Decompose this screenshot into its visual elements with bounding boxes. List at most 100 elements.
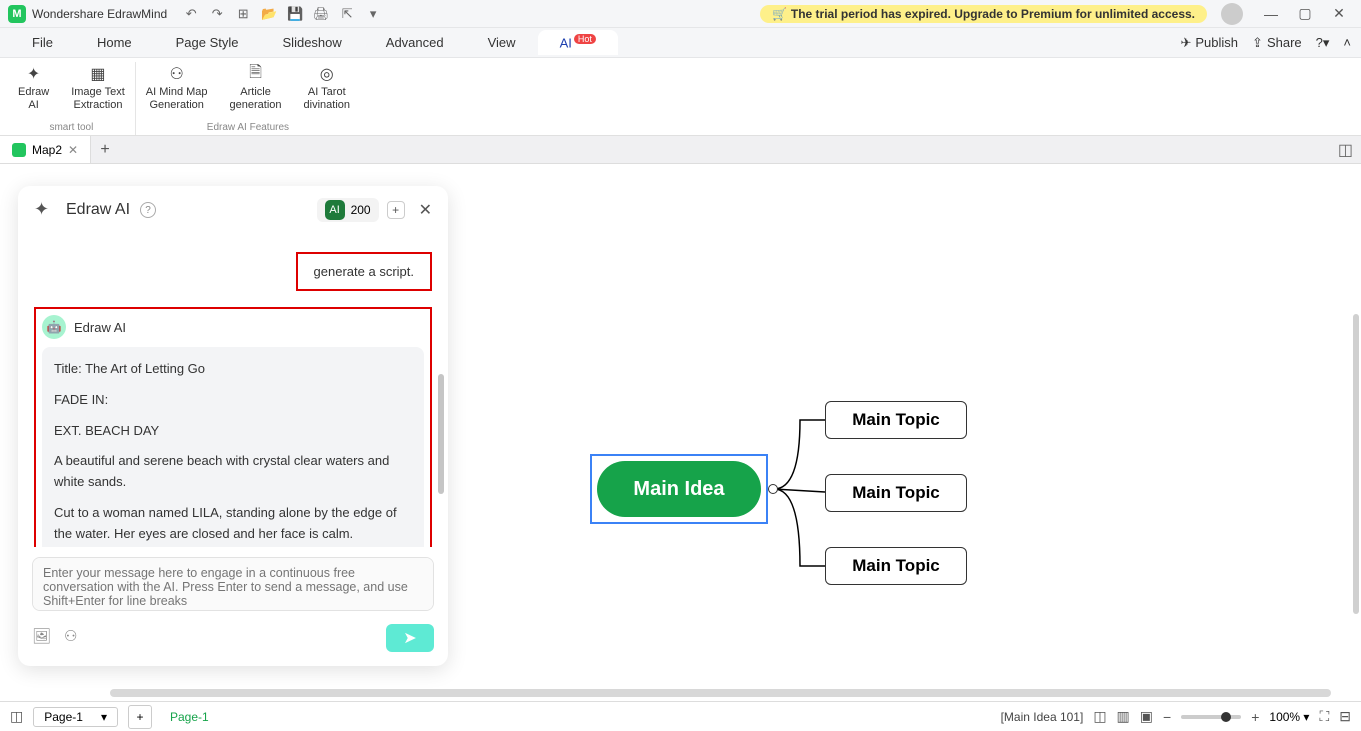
ai-conversation: generate a script. 🤖 Edraw AI Title: The… (18, 234, 448, 547)
undo-button[interactable]: ↶ (181, 4, 201, 24)
export-dropdown[interactable]: ▾ (363, 4, 383, 24)
ai-mind-map-button[interactable]: ⚇ AI Mind Map Generation (140, 62, 214, 114)
token-counter: AI 200 (317, 198, 379, 222)
topic-node[interactable]: Main Topic (825, 474, 967, 512)
main-idea-label: Main Idea (597, 461, 761, 517)
page-selector[interactable]: Page-1▾ (33, 707, 118, 727)
share-icon: ⇪ (1252, 35, 1263, 51)
hot-badge: Hot (574, 34, 596, 44)
document-tabs: Map2 ✕ + ◫ (0, 136, 1361, 164)
open-button[interactable]: 📂 (259, 4, 279, 24)
ai-message-input[interactable] (32, 557, 434, 611)
send-button[interactable]: ➤ (386, 624, 434, 652)
menu-page-style[interactable]: Page Style (154, 31, 261, 54)
view-mode-2-button[interactable]: ▥ (1117, 708, 1130, 725)
close-tab-button[interactable]: ✕ (68, 143, 78, 157)
help-icon[interactable]: ? (140, 202, 156, 218)
document-tab[interactable]: Map2 ✕ (0, 136, 91, 163)
add-tokens-button[interactable]: + (387, 201, 405, 219)
edraw-ai-button[interactable]: ✦ Edraw AI (12, 62, 55, 114)
mindmap-tool-icon[interactable]: ⚇ (64, 627, 86, 649)
zoom-slider[interactable] (1181, 715, 1241, 719)
image-tool-icon[interactable]: 🖼 (32, 627, 54, 649)
view-mode-1-button[interactable]: ◫ (1093, 708, 1106, 725)
new-button[interactable]: ⊞ (233, 4, 253, 24)
image-scan-icon: ▦ (86, 64, 110, 84)
main-idea-node[interactable]: Main Idea (590, 454, 768, 524)
article-generation-button[interactable]: 🗎 Article generation (224, 62, 288, 114)
ai-panel-header: ✦ Edraw AI ? AI 200 + ✕ (18, 186, 448, 234)
collapse-ribbon-button[interactable]: ˄ (1343, 35, 1351, 50)
menubar: File Home Page Style Slideshow Advanced … (0, 28, 1361, 58)
bot-avatar-icon: 🤖 (42, 315, 66, 339)
print-button[interactable]: 🖨 (311, 4, 331, 24)
minimize-panel-button[interactable]: ⊟ (1339, 708, 1351, 725)
trial-banner[interactable]: 🛒 The trial period has expired. Upgrade … (760, 5, 1207, 23)
trial-text: The trial period has expired. Upgrade to… (791, 7, 1195, 21)
minimize-button[interactable]: — (1257, 4, 1285, 24)
redo-button[interactable]: ↷ (207, 4, 227, 24)
user-avatar[interactable] (1221, 3, 1243, 25)
share-button[interactable]: ⇪Share (1252, 35, 1302, 51)
app-name: Wondershare EdrawMind (32, 7, 167, 21)
user-message: generate a script. (296, 252, 432, 291)
scrollbar-thumb[interactable] (438, 374, 444, 494)
menu-view[interactable]: View (466, 31, 538, 54)
publish-icon: ✈ (1180, 35, 1191, 51)
ai-input-area: 🖼 ⚇ ➤ (18, 547, 448, 666)
close-window-button[interactable]: ✕ (1325, 4, 1353, 24)
vertical-scrollbar[interactable] (1353, 314, 1359, 614)
ai-response-body: Title: The Art of Letting Go FADE IN: EX… (42, 347, 424, 547)
ribbon: ✦ Edraw AI ▦ Image Text Extraction smart… (0, 58, 1361, 136)
menu-ai[interactable]: AIHot (538, 30, 618, 54)
chevron-down-icon: ▾ (101, 710, 107, 724)
image-text-extraction-button[interactable]: ▦ Image Text Extraction (65, 62, 131, 114)
sparkle-icon: ✦ (22, 64, 46, 84)
cart-icon: 🛒 (772, 7, 787, 21)
topic-node[interactable]: Main Topic (825, 401, 967, 439)
help-button[interactable]: ?▾ (1316, 35, 1330, 51)
add-tab-button[interactable]: + (91, 136, 119, 164)
edraw-ai-panel: ✦ Edraw AI ? AI 200 + ✕ generate a scrip… (18, 186, 448, 666)
canvas[interactable]: ✦ Edraw AI ? AI 200 + ✕ generate a scrip… (0, 164, 1361, 701)
menu-slideshow[interactable]: Slideshow (261, 31, 364, 54)
send-icon: ➤ (403, 628, 416, 648)
document-icon: 🗎 (244, 64, 268, 84)
menu-home[interactable]: Home (75, 31, 154, 54)
panel-toggle-button[interactable]: ◫ (1338, 140, 1361, 160)
app-logo: M (8, 5, 26, 23)
zoom-thumb[interactable] (1221, 712, 1231, 722)
zoom-in-button[interactable]: + (1251, 709, 1259, 725)
tarot-icon: ◎ (315, 64, 339, 84)
topic-node[interactable]: Main Topic (825, 547, 967, 585)
statusbar: ◫ Page-1▾ + Page-1 [Main Idea 101] ◫ ▥ ▣… (0, 701, 1361, 731)
ai-tarot-button[interactable]: ◎ AI Tarot divination (298, 62, 356, 114)
ai-sparkle-icon: ✦ (34, 199, 56, 221)
titlebar: M Wondershare EdrawMind ↶ ↷ ⊞ 📂 💾 🖨 ⇱ ▾ … (0, 0, 1361, 28)
token-count: 200 (351, 203, 371, 217)
save-button[interactable]: 💾 (285, 4, 305, 24)
menu-advanced[interactable]: Advanced (364, 31, 466, 54)
horizontal-scrollbar[interactable] (110, 689, 1331, 697)
export-button[interactable]: ⇱ (337, 4, 357, 24)
fullscreen-button[interactable]: ⛶ (1319, 708, 1329, 725)
ai-response: 🤖 Edraw AI Title: The Art of Letting Go … (34, 307, 432, 547)
close-panel-button[interactable]: ✕ (419, 200, 432, 220)
fit-view-button[interactable]: ▣ (1140, 708, 1153, 725)
outline-view-button[interactable]: ◫ (10, 708, 23, 725)
bot-name: Edraw AI (74, 320, 126, 335)
connection-handle[interactable] (768, 484, 778, 494)
publish-button[interactable]: ✈Publish (1180, 35, 1238, 51)
zoom-level[interactable]: 100% ▾ (1269, 710, 1309, 724)
ribbon-group-label: smart tool (49, 122, 93, 135)
mindmap-icon: ⚇ (165, 64, 189, 84)
selection-status: [Main Idea 101] (1001, 710, 1084, 724)
maximize-button[interactable]: ▢ (1291, 4, 1319, 24)
add-page-button[interactable]: + (128, 705, 152, 729)
ai-badge-icon: AI (325, 200, 345, 220)
doc-icon (12, 143, 26, 157)
zoom-out-button[interactable]: − (1163, 709, 1171, 725)
current-page-name: Page-1 (170, 710, 209, 724)
doc-tab-name: Map2 (32, 143, 62, 157)
menu-file[interactable]: File (10, 31, 75, 54)
